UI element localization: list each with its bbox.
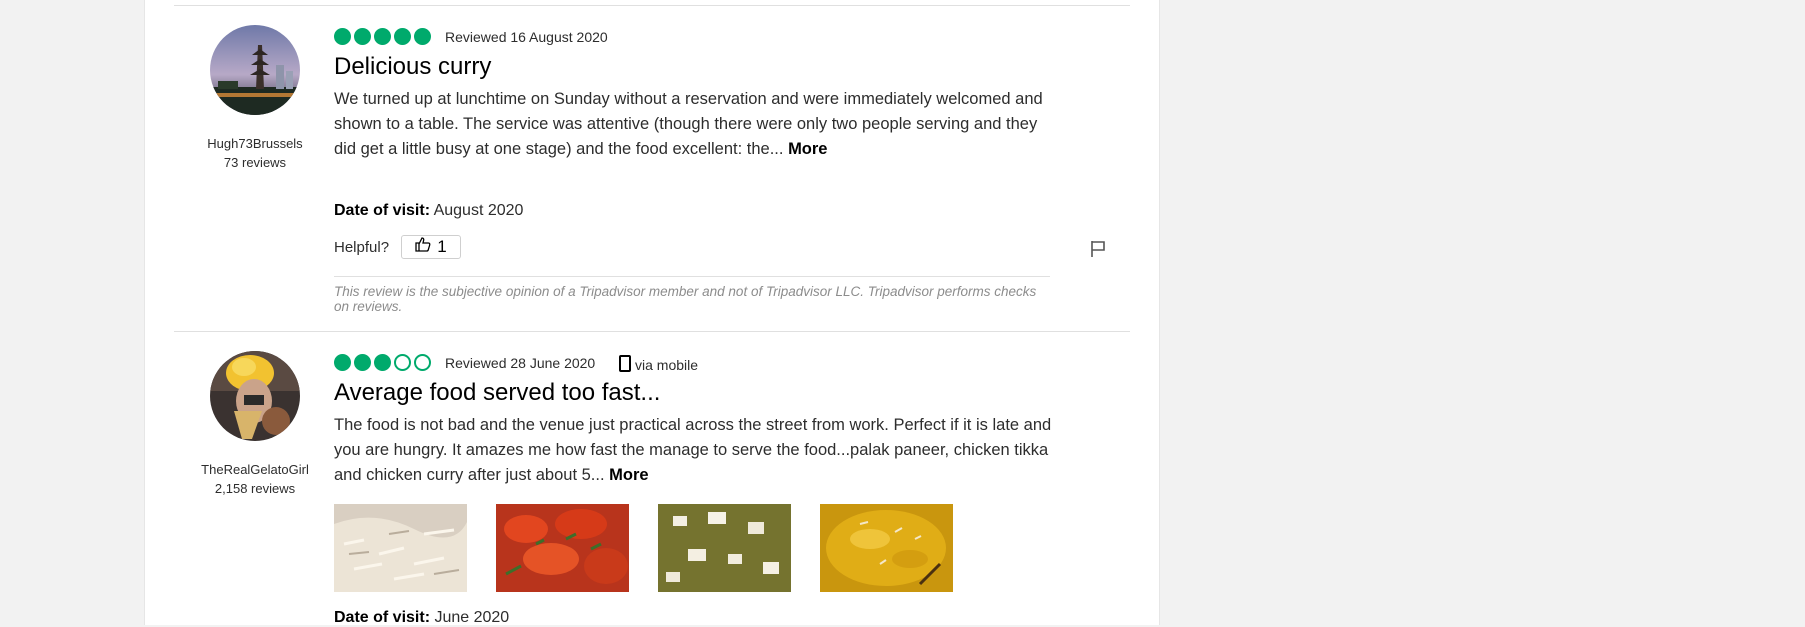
date-of-visit-label: Date of visit:	[334, 609, 431, 626]
rating-bubble-filled	[374, 28, 391, 45]
more-link[interactable]: More	[609, 466, 648, 484]
username[interactable]: TheRealGelatoGirl	[175, 462, 335, 477]
avatar[interactable]	[210, 25, 300, 115]
date-of-visit-label: Date of visit:	[334, 202, 431, 219]
review-text: We turned up at lunchtime on Sunday with…	[334, 90, 1043, 158]
rating-bubble-filled	[354, 28, 371, 45]
disclaimer-divider	[334, 276, 1050, 277]
date-of-visit-value: June 2020	[434, 609, 510, 626]
rating-bubble-filled	[334, 28, 351, 45]
via-mobile: via mobile	[619, 355, 698, 373]
via-mobile-label: via mobile	[635, 357, 699, 373]
date-of-visit-value: August 2020	[433, 202, 524, 219]
review-divider	[174, 5, 1130, 6]
rating-bubble-filled	[354, 354, 371, 371]
review-count: 2,158 reviews	[214, 481, 296, 496]
mobile-phone-icon	[619, 355, 631, 372]
helpful-count: 1	[437, 237, 447, 256]
review-photo-palak-paneer[interactable]	[658, 504, 791, 592]
review-count: 73 reviews	[223, 155, 287, 170]
review-title[interactable]: Average food served too fast...	[334, 379, 660, 407]
review-text: The food is not bad and the venue just p…	[334, 416, 1052, 484]
rating-bubble-filled	[394, 28, 411, 45]
helpful-label: Helpful?	[334, 239, 390, 256]
rating-bubble-empty	[394, 354, 411, 371]
review-photo-curry[interactable]	[820, 504, 953, 592]
rating-bubble-filled	[414, 28, 431, 45]
rating-bubble-filled	[374, 354, 391, 371]
rating-bubble-filled	[334, 354, 351, 371]
rating-bubbles	[334, 354, 431, 371]
flag-icon[interactable]	[1090, 240, 1106, 263]
date-of-visit: Date of visit: August 2020	[334, 202, 523, 220]
disclaimer: This review is the subjective opinion of…	[334, 284, 1037, 314]
review-body: The food is not bad and the venue just p…	[334, 413, 1054, 488]
reviewed-date: Reviewed 16 August 2020	[445, 29, 608, 45]
review-title[interactable]: Delicious curry	[334, 53, 491, 81]
thumbs-up-icon	[415, 237, 431, 257]
rating-bubble-empty	[414, 354, 431, 371]
review-photo-chicken-tikka[interactable]	[496, 504, 629, 592]
helpful-button[interactable]: 1	[401, 235, 461, 259]
date-of-visit: Date of visit: June 2020	[334, 609, 509, 627]
review-divider	[174, 331, 1130, 332]
username[interactable]: Hugh73Brussels	[175, 136, 335, 151]
avatar[interactable]	[210, 351, 300, 441]
review-photo-rice[interactable]	[334, 504, 467, 592]
more-link[interactable]: More	[788, 140, 827, 158]
reviewed-date: Reviewed 28 June 2020	[445, 355, 596, 371]
review-body: We turned up at lunchtime on Sunday with…	[334, 87, 1054, 162]
rating-bubbles	[334, 28, 431, 45]
